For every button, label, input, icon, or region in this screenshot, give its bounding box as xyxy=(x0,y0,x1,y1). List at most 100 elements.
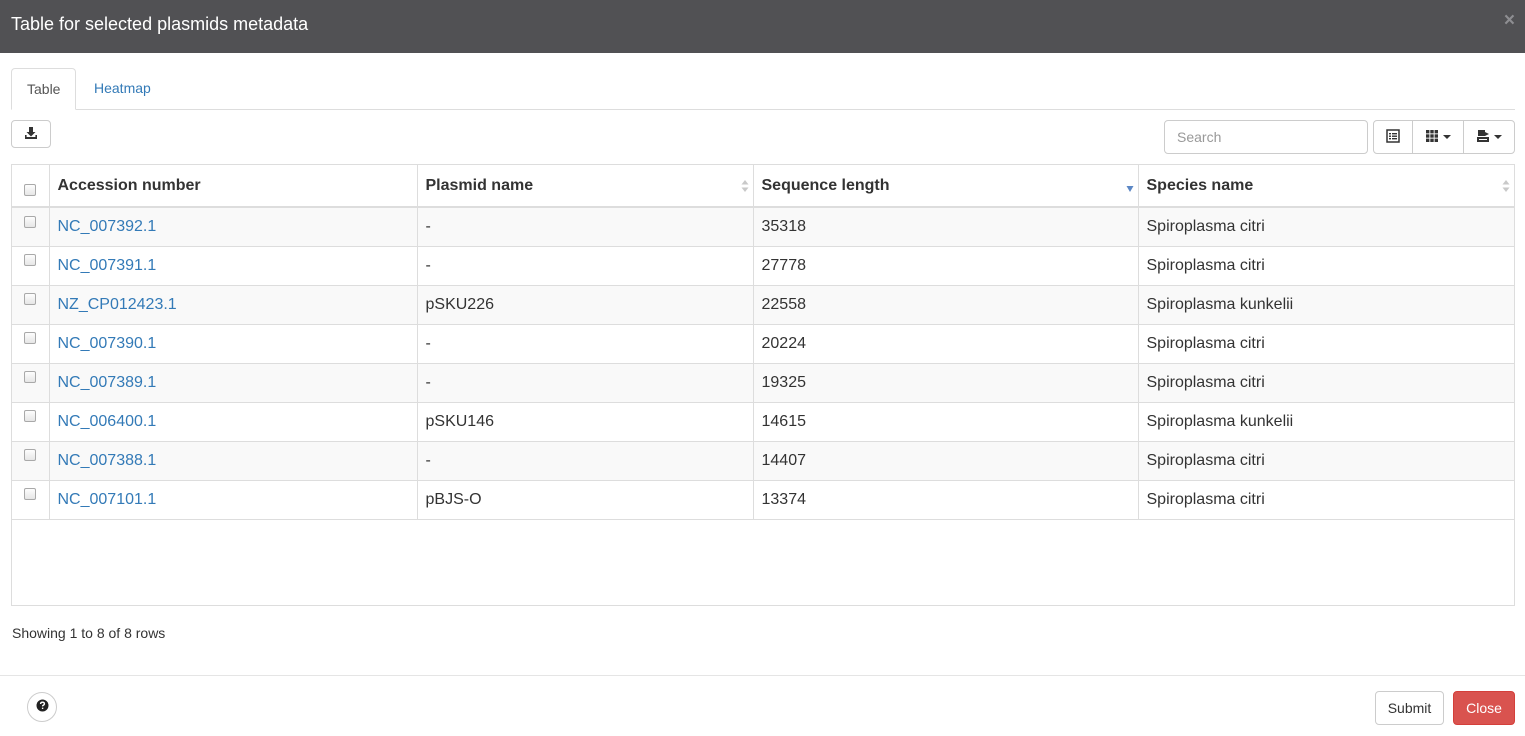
accession-link[interactable]: NC_007391.1 xyxy=(58,257,157,274)
chevron-down-icon xyxy=(1494,135,1502,139)
row-select-cell xyxy=(12,363,50,403)
columns-dropdown-button[interactable] xyxy=(1412,120,1464,154)
row-select-cell xyxy=(12,480,50,520)
select-all-checkbox[interactable] xyxy=(24,184,37,197)
accession-link[interactable]: NZ_CP012423.1 xyxy=(58,296,177,313)
sequence-length-cell: 14615 xyxy=(753,402,1139,442)
plasmid-name-cell: - xyxy=(417,207,754,247)
sequence-length-cell: 27778 xyxy=(753,246,1139,286)
data-table-container: Accession number Plasmid name Sequence l… xyxy=(11,164,1515,606)
column-header-accession[interactable]: Accession number xyxy=(49,165,418,208)
species-name-cell: Spiroplasma citri xyxy=(1138,480,1514,520)
row-checkbox[interactable] xyxy=(24,254,37,267)
table-row: NZ_CP012423.1 pSKU226 22558 Spiroplasma … xyxy=(12,285,1514,325)
search-input[interactable] xyxy=(1164,120,1368,154)
export-button[interactable] xyxy=(11,120,51,148)
sort-both-icon xyxy=(741,180,748,192)
table-row: NC_007391.1 - 27778 Spiroplasma citri xyxy=(12,246,1514,286)
table-row: NC_007388.1 - 14407 Spiroplasma citri xyxy=(12,441,1514,481)
sequence-length-cell: 19325 xyxy=(753,363,1139,403)
row-checkbox[interactable] xyxy=(24,488,37,501)
accession-link[interactable]: NC_007392.1 xyxy=(58,218,157,235)
tab-table[interactable]: Table xyxy=(11,68,76,110)
close-button[interactable]: Close xyxy=(1453,691,1515,725)
plasmid-name-cell: - xyxy=(417,324,754,364)
species-name-cell: Spiroplasma citri xyxy=(1138,363,1514,403)
export-dropdown-button[interactable] xyxy=(1463,120,1515,154)
close-icon[interactable]: × xyxy=(1504,11,1515,31)
row-select-cell xyxy=(12,441,50,481)
row-select-cell xyxy=(12,324,50,364)
plasmid-name-cell: pBJS-O xyxy=(417,480,754,520)
accession-link[interactable]: NC_007101.1 xyxy=(58,491,157,508)
accession-cell: NC_007101.1 xyxy=(49,480,418,520)
sequence-length-cell: 14407 xyxy=(753,441,1139,481)
column-header-species-name[interactable]: Species name xyxy=(1138,165,1514,208)
modal-header: Table for selected plasmids metadata × xyxy=(0,0,1525,53)
species-name-cell: Spiroplasma kunkelii xyxy=(1138,285,1514,325)
accession-cell: NC_007390.1 xyxy=(49,324,418,364)
row-select-cell xyxy=(12,207,50,247)
row-checkbox[interactable] xyxy=(24,371,37,384)
column-header-sequence-length[interactable]: Sequence length xyxy=(753,165,1139,208)
plasmid-name-cell: - xyxy=(417,246,754,286)
export-icon xyxy=(1476,129,1490,146)
table-row: NC_007392.1 - 35318 Spiroplasma citri xyxy=(12,207,1514,247)
row-select-cell xyxy=(12,285,50,325)
column-header-label: Sequence length xyxy=(761,176,890,194)
row-checkbox[interactable] xyxy=(24,215,37,228)
accession-link[interactable]: NC_006400.1 xyxy=(58,413,157,430)
row-checkbox[interactable] xyxy=(24,449,37,462)
column-header-label: Plasmid name xyxy=(425,176,534,194)
plasmid-name-cell: - xyxy=(417,363,754,403)
table-row: NC_007389.1 - 19325 Spiroplasma citri xyxy=(12,363,1514,403)
tab-heatmap[interactable]: Heatmap xyxy=(79,68,166,110)
toggle-view-button[interactable] xyxy=(1373,120,1413,154)
accession-cell: NC_007392.1 xyxy=(49,207,418,247)
chevron-down-icon xyxy=(1443,135,1451,139)
list-alt-icon xyxy=(1386,128,1400,146)
accession-cell: NC_007388.1 xyxy=(49,441,418,481)
modal-footer: Submit Close xyxy=(0,675,1525,736)
table-row: NC_006400.1 pSKU146 14615 Spiroplasma ku… xyxy=(12,402,1514,442)
accession-cell: NC_006400.1 xyxy=(49,402,418,442)
row-checkbox[interactable] xyxy=(24,410,37,423)
accession-link[interactable]: NC_007390.1 xyxy=(58,335,157,352)
question-circle-icon xyxy=(36,699,49,715)
plasmid-name-cell: pSKU226 xyxy=(417,285,754,325)
accession-cell: NC_007391.1 xyxy=(49,246,418,286)
select-all-cell xyxy=(12,165,50,208)
grid-icon xyxy=(1425,129,1439,146)
row-select-cell xyxy=(12,246,50,286)
sort-both-icon xyxy=(1502,180,1510,192)
submit-button[interactable]: Submit xyxy=(1375,691,1444,725)
sort-desc-icon xyxy=(1126,186,1133,192)
row-checkbox[interactable] xyxy=(24,293,37,306)
sequence-length-cell: 13374 xyxy=(753,480,1139,520)
accession-cell: NC_007389.1 xyxy=(49,363,418,403)
species-name-cell: Spiroplasma citri xyxy=(1138,441,1514,481)
plasmid-table: Accession number Plasmid name Sequence l… xyxy=(12,165,1514,520)
plasmid-name-cell: - xyxy=(417,441,754,481)
accession-link[interactable]: NC_007388.1 xyxy=(58,452,157,469)
tab-bar: Table Heatmap xyxy=(11,68,1515,110)
column-header-label: Species name xyxy=(1146,176,1254,194)
species-name-cell: Spiroplasma citri xyxy=(1138,324,1514,364)
modal-title: Table for selected plasmids metadata xyxy=(11,14,309,34)
table-row: NC_007390.1 - 20224 Spiroplasma citri xyxy=(12,324,1514,364)
accession-link[interactable]: NC_007389.1 xyxy=(58,374,157,391)
species-name-cell: Spiroplasma kunkelii xyxy=(1138,402,1514,442)
sequence-length-cell: 20224 xyxy=(753,324,1139,364)
accession-cell: NZ_CP012423.1 xyxy=(49,285,418,325)
table-toolbar-buttons xyxy=(1373,120,1515,154)
sequence-length-cell: 35318 xyxy=(753,207,1139,247)
row-checkbox[interactable] xyxy=(24,332,37,345)
help-button[interactable] xyxy=(27,692,57,722)
download-icon xyxy=(24,126,38,143)
column-header-plasmid-name[interactable]: Plasmid name xyxy=(417,165,754,208)
pagination-info: Showing 1 to 8 of 8 rows xyxy=(12,625,166,641)
table-header-row: Accession number Plasmid name Sequence l… xyxy=(12,165,1514,208)
species-name-cell: Spiroplasma citri xyxy=(1138,246,1514,286)
sequence-length-cell: 22558 xyxy=(753,285,1139,325)
species-name-cell: Spiroplasma citri xyxy=(1138,207,1514,247)
